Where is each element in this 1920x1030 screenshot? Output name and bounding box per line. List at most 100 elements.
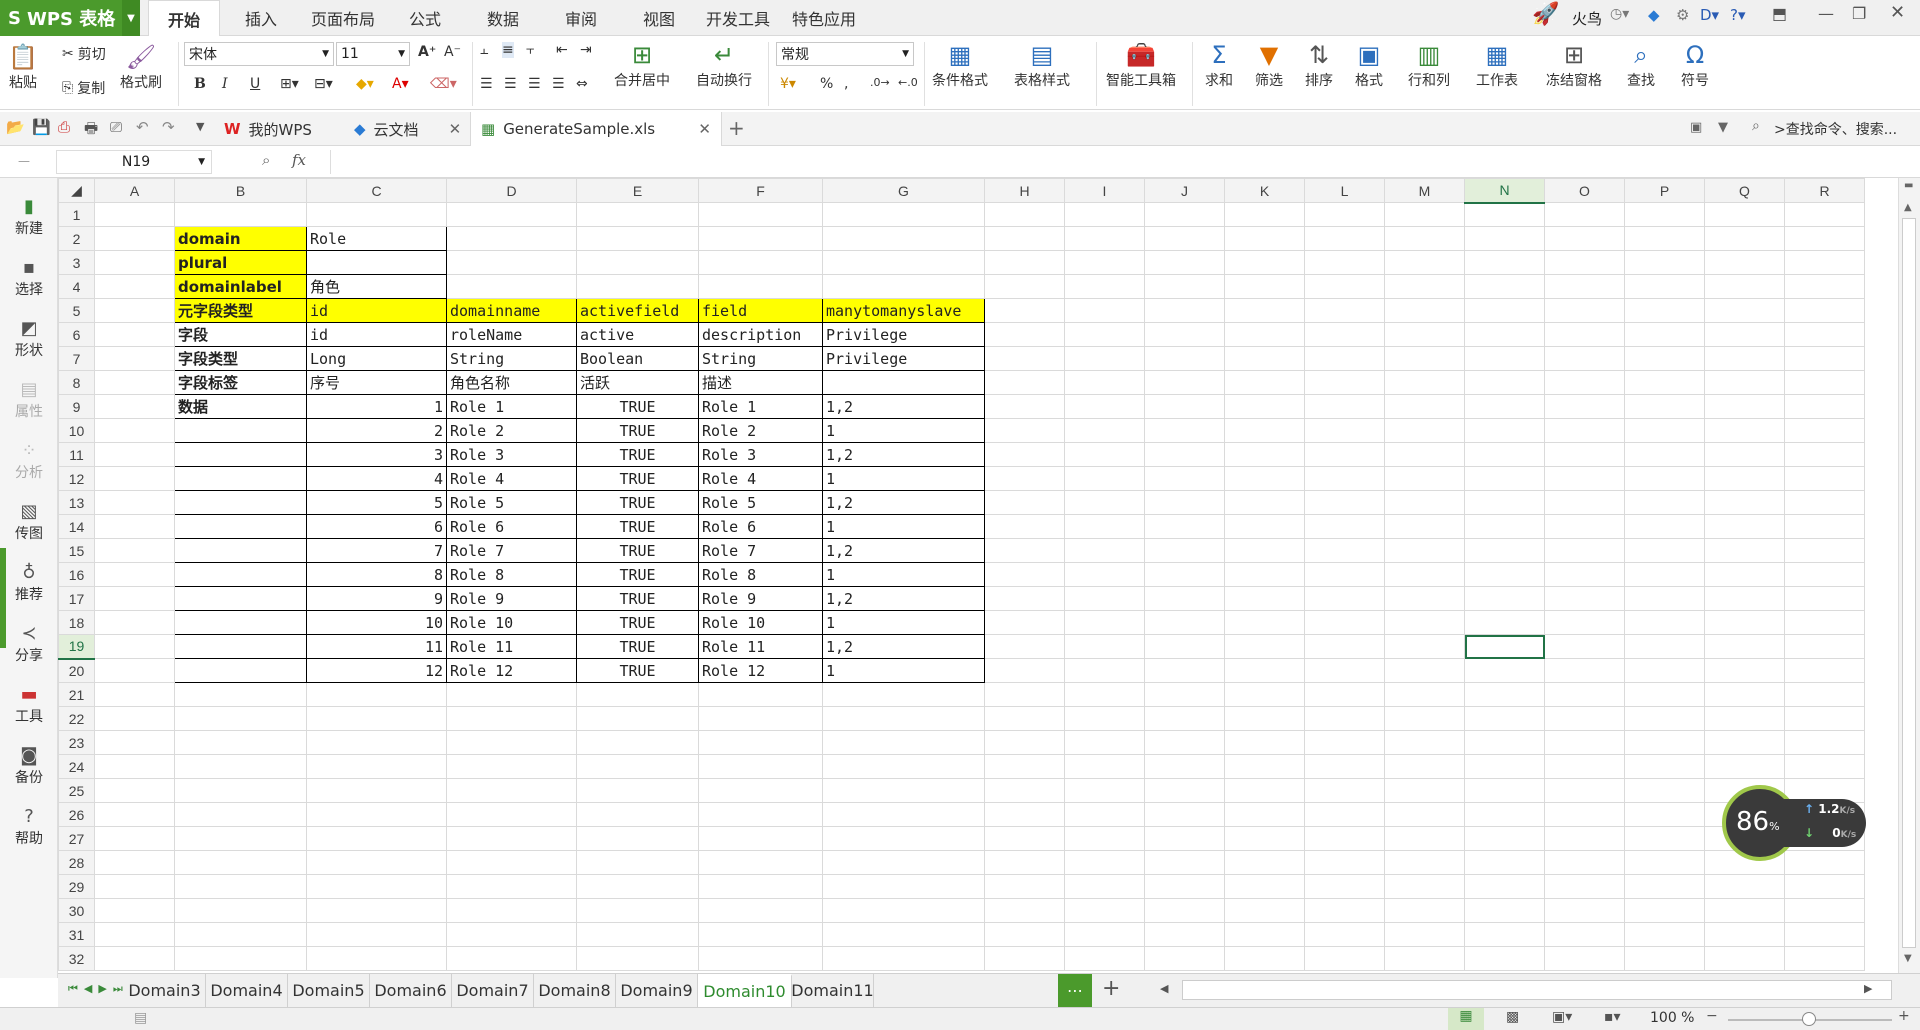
settings-icon[interactable]: ⚙	[1676, 6, 1689, 24]
description-cell[interactable]: Role 8	[698, 562, 823, 587]
cell[interactable]	[1704, 922, 1785, 947]
sheet-tab[interactable]: Domain10	[698, 974, 792, 1007]
cell[interactable]	[446, 946, 577, 971]
row-header[interactable]: 18	[58, 610, 95, 635]
cell[interactable]	[1384, 370, 1465, 395]
cell[interactable]	[1784, 322, 1865, 347]
column-header[interactable]: G	[822, 178, 985, 203]
cell[interactable]	[1544, 490, 1625, 515]
cell[interactable]	[1384, 394, 1465, 419]
cell[interactable]	[174, 586, 307, 611]
cell[interactable]	[94, 322, 175, 347]
cell[interactable]	[1624, 658, 1705, 683]
row-header[interactable]: 19	[58, 634, 95, 660]
cell[interactable]	[984, 586, 1065, 611]
id-cell[interactable]: 6	[306, 514, 447, 539]
cell[interactable]	[1784, 754, 1865, 779]
cell[interactable]	[822, 802, 985, 827]
cell[interactable]	[1624, 562, 1705, 587]
find-button[interactable]: ⌕ 查找	[1626, 40, 1656, 90]
meta-label-cell[interactable]: 字段类型	[174, 346, 307, 371]
cell[interactable]	[1384, 250, 1465, 275]
row-header[interactable]: 22	[58, 706, 95, 731]
worksheet-button[interactable]: ▦ 工作表	[1476, 40, 1518, 90]
cell[interactable]	[1544, 946, 1625, 971]
tab-formulas[interactable]: 公式	[392, 0, 458, 36]
cell[interactable]	[984, 250, 1065, 275]
cell[interactable]	[174, 850, 307, 875]
chevron-down-icon[interactable]: ▼	[122, 0, 140, 36]
open-folder-icon[interactable]: 📂	[6, 118, 25, 136]
cell[interactable]	[1144, 610, 1225, 635]
cell[interactable]	[1064, 874, 1145, 899]
active-cell[interactable]: TRUE	[576, 466, 699, 491]
symbol-button[interactable]: Ω 符号	[1680, 40, 1710, 90]
cell[interactable]	[1224, 946, 1305, 971]
meta-cell[interactable]: id	[306, 322, 447, 347]
cell[interactable]	[1544, 706, 1625, 731]
row-header[interactable]: 8	[58, 370, 95, 395]
cell[interactable]	[446, 250, 577, 275]
cell[interactable]	[1464, 706, 1545, 731]
cell[interactable]	[1464, 946, 1545, 971]
row-header[interactable]: 31	[58, 922, 95, 947]
grow-font-icon[interactable]: A⁺	[418, 44, 436, 60]
cell[interactable]	[94, 682, 175, 707]
cell[interactable]	[1624, 202, 1705, 227]
cell[interactable]	[576, 802, 699, 827]
cell[interactable]	[1464, 250, 1545, 275]
id-cell[interactable]: 3	[306, 442, 447, 467]
column-header[interactable]: F	[698, 178, 823, 203]
cell[interactable]	[1064, 274, 1145, 299]
cell[interactable]	[1784, 730, 1865, 755]
cell[interactable]	[1704, 514, 1785, 539]
cell[interactable]	[698, 274, 823, 299]
restore-ribbon-icon[interactable]: ⬒	[1772, 4, 1787, 23]
cell[interactable]	[1304, 634, 1385, 659]
meta-label-cell[interactable]: 元字段类型	[174, 298, 307, 323]
cell[interactable]	[1064, 586, 1145, 611]
cell[interactable]	[306, 754, 447, 779]
name-cell[interactable]: Role 11	[446, 634, 577, 659]
cell[interactable]	[1784, 274, 1865, 299]
bold-icon[interactable]: B	[194, 76, 206, 92]
description-cell[interactable]: Role 7	[698, 538, 823, 563]
cell[interactable]	[446, 850, 577, 875]
sheet-tab[interactable]: Domain6	[370, 974, 452, 1007]
cell[interactable]	[1464, 874, 1545, 899]
cell[interactable]	[1144, 898, 1225, 923]
cell[interactable]	[1704, 874, 1785, 899]
cell[interactable]	[1064, 778, 1145, 803]
font-name-select[interactable]: 宋体 ▼	[184, 42, 334, 66]
command-search[interactable]: >查找命令、搜索...	[1774, 119, 1897, 139]
cell[interactable]	[1624, 730, 1705, 755]
cell[interactable]	[1384, 658, 1465, 683]
cell[interactable]	[1064, 514, 1145, 539]
row-header[interactable]: 23	[58, 730, 95, 755]
cell[interactable]	[1624, 586, 1705, 611]
cell[interactable]	[1544, 922, 1625, 947]
cell[interactable]	[174, 754, 307, 779]
cell[interactable]	[698, 778, 823, 803]
cell[interactable]	[1384, 466, 1465, 491]
sheet-tab[interactable]: Domain11	[791, 974, 874, 1007]
cell[interactable]	[174, 538, 307, 563]
align-bottom-icon[interactable]: ⫟	[526, 42, 534, 58]
cell[interactable]	[1544, 274, 1625, 299]
cell[interactable]	[1704, 298, 1785, 323]
cell[interactable]	[576, 226, 699, 251]
cell[interactable]	[1784, 202, 1865, 227]
doc-tab-file[interactable]: ▦ GenerateSample.xls ✕	[470, 112, 722, 146]
description-cell[interactable]: Role 6	[698, 514, 823, 539]
description-cell[interactable]: Role 10	[698, 610, 823, 635]
cell[interactable]	[1704, 394, 1785, 419]
scroll-up-icon[interactable]: ▲	[1904, 202, 1912, 213]
user-name[interactable]: 火鸟	[1572, 8, 1602, 29]
macro-record-icon[interactable]: ▤	[134, 1010, 147, 1026]
cell[interactable]	[1464, 754, 1545, 779]
decrease-decimal-icon[interactable]: ←.0	[898, 76, 918, 89]
meta-cell[interactable]: Privilege	[822, 346, 985, 371]
cell[interactable]	[576, 898, 699, 923]
align-middle-icon[interactable]: ≡	[502, 42, 514, 58]
cell[interactable]	[1304, 946, 1385, 971]
